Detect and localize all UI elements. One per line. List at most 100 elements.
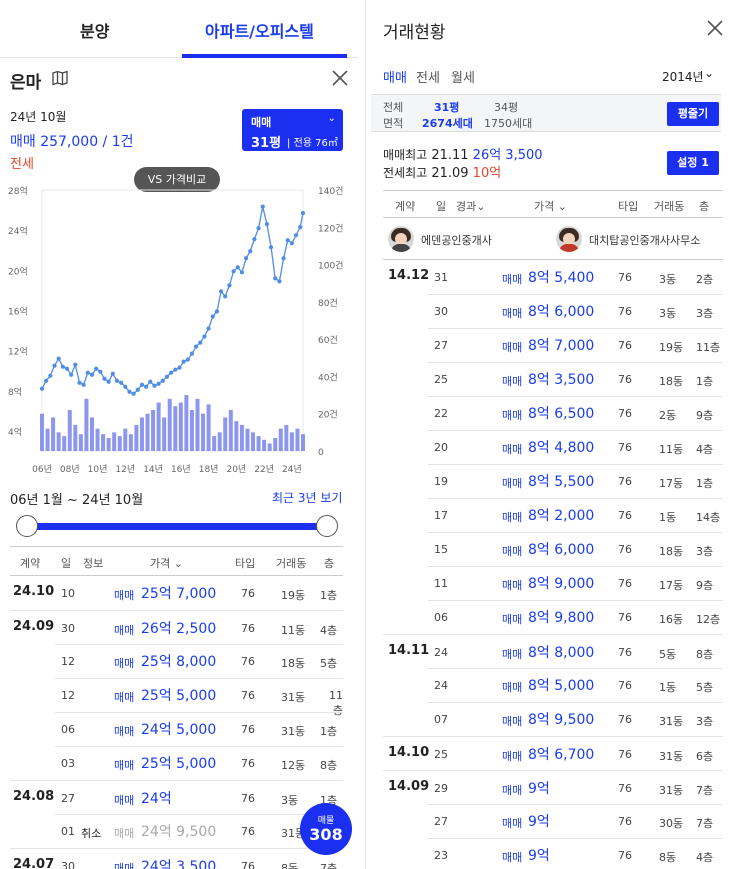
table-row[interactable]: 25 매매 8억 3,500 76 18동 1층 [383,362,723,396]
trade-kind: 매매 [502,443,523,456]
floor: 4층 [696,443,714,456]
table-row[interactable]: 07 매매 8억 9,500 76 31동 3층 [383,702,723,736]
range-slider-track[interactable] [26,523,328,530]
unit-type: 76 [618,782,632,795]
col-contract[interactable]: 계약 [395,198,415,214]
table-row[interactable]: 19 매매 8억 5,500 76 17동 1층 [383,464,723,498]
table-row[interactable]: 24.09 30 매매 26억 2,500 76 11동 4층 [10,610,343,644]
contract-day: 03 [61,757,75,770]
volume-bar [40,413,44,451]
agent-name[interactable]: 대치탑공인중개사사무소 [589,232,700,248]
agent-name[interactable]: 에덴공인중개사 [421,232,492,248]
tab-apartment[interactable]: 아파트/오피스텔 [205,18,314,42]
close-icon[interactable] [330,68,350,88]
table-row[interactable]: 14.09 29 매매 9억 76 31동 7층 [383,770,723,804]
settings-button[interactable]: 설정 1 [667,151,719,175]
volume-bar [201,413,206,451]
table-row[interactable]: 24.07 30 매매 24억 3,500 76 8동 7층 [10,848,343,869]
table-row[interactable]: 24 매매 8억 5,000 76 1동 5층 [383,668,723,702]
range-slider-end-handle[interactable] [316,515,338,537]
table-row[interactable]: 11 매매 8억 9,000 76 17동 9층 [383,566,723,600]
col-type[interactable]: 타입 [618,198,638,214]
row-divider [428,362,723,363]
trade-price: 8억 4,800 [528,440,595,456]
table-row[interactable]: 24.08 27 매매 24억 76 3동 1층 [10,780,343,814]
price-point [256,226,261,231]
col-floor[interactable]: 층 [699,198,709,214]
table-row[interactable]: 24.10 10 매매 25억 7,000 76 19동 1층 [10,576,343,610]
table-row[interactable]: 27 매매 8억 7,000 76 19동 11층 [383,328,723,362]
table-row[interactable]: 14.10 25 매매 8억 6,700 76 31동 6층 [383,736,723,770]
price-point [144,384,149,389]
x-tick-label: 12년 [115,464,135,475]
col-day[interactable]: 일 [436,198,446,214]
price-point [252,237,257,242]
building-dong: 17동 [659,579,684,592]
price-point [210,314,215,319]
trade-kind: 매매 [502,341,523,354]
tab-presale[interactable]: 분양 [80,18,109,42]
unit-type: 76 [618,441,632,454]
col-dong[interactable]: 거래동 [654,198,684,214]
chevron-down-icon[interactable]: ⌄ [704,66,714,80]
col-price[interactable]: 가격 ⌄ [534,198,567,214]
area-selector[interactable]: 매매 ⌄ 31평 | 전용 76㎡ [242,109,343,151]
floor: 3층 [696,307,714,320]
range-slider-start-handle[interactable] [16,515,38,537]
close-icon[interactable] [705,18,725,38]
table-row[interactable]: 06 매매 8억 9,800 76 16동 12층 [383,600,723,634]
price-point [81,382,86,387]
table-row[interactable]: 17 매매 8억 2,000 76 1동 14층 [383,498,723,532]
price-tick-label: 12억 [8,346,28,358]
col-day[interactable]: 일 [61,555,71,571]
price-tick-label: 20억 [8,265,28,277]
trade-price: 8억 8,000 [528,645,595,661]
listings-button[interactable]: 매물 308 [300,803,352,855]
contract-month: 14.11 [388,643,430,658]
table-row[interactable]: 01 취소 매매 24억 9,500 76 31동 [10,814,343,848]
table-row[interactable]: 12 매매 25억 5,000 76 31동 11층 [10,678,343,717]
contract-day: 31 [434,271,448,284]
col-elapsed[interactable]: 경과⌄ [456,198,485,214]
table-row[interactable]: 22 매매 8억 6,500 76 2동 9층 [383,396,723,430]
map-icon[interactable] [52,70,68,86]
recent-3-years-link[interactable]: 최근 3년 보기 [272,489,342,506]
contract-day: 24 [434,646,448,659]
col-price[interactable]: 가격 ⌄ [150,555,183,571]
building-dong: 31동 [281,725,306,738]
building-dong: 18동 [659,375,684,388]
table-row[interactable]: 03 매매 25억 5,000 76 12동 8층 [10,746,343,780]
table-row[interactable]: 12 매매 25억 8,000 76 18동 5층 [10,644,343,678]
price-axis-labels: 4억 8억 12억 16억 20억 24억 28억 [8,185,28,438]
table-row[interactable]: 30 매매 8억 6,000 76 3동 3층 [383,294,723,328]
price-point [164,374,170,379]
trade-kind: 매매 [502,715,523,728]
building-dong: 3동 [281,794,299,807]
table-row[interactable]: 06 매매 24억 5,000 76 31동 1층 [10,712,343,746]
table-row[interactable]: 27 매매 9억 76 30동 7층 [383,804,723,838]
table-row[interactable]: 14.11 24 매매 8억 8,000 76 5동 8층 [383,634,723,668]
tab-jeonse[interactable]: 전세 [416,67,440,86]
selected-pyeong[interactable]: 31평 [434,99,459,115]
tab-sale[interactable]: 매매 [383,67,407,86]
price-point [148,379,153,384]
table-row[interactable]: 20 매매 8억 4,800 76 11동 4층 [383,430,723,464]
floor: 1층 [696,477,714,490]
other-pyeong[interactable]: 34평 [494,99,518,115]
max-jeonse-label: 전세최고 [383,166,428,180]
col-contract[interactable]: 계약 [20,555,40,571]
col-info[interactable]: 정보 [83,555,103,571]
floor: 9층 [696,409,714,422]
table-row[interactable]: 14.12 31 매매 8억 5,400 76 3동 2층 [383,260,723,294]
col-floor[interactable]: 층 [324,555,334,571]
tab-monthly-rent[interactable]: 월세 [451,67,475,86]
pyeong-button[interactable]: 평줄기 [667,102,719,126]
price-point [56,356,61,361]
year-selector[interactable]: 2014년 [662,68,704,85]
table-row[interactable]: 15 매매 8억 6,000 76 18동 3층 [383,532,723,566]
col-dong[interactable]: 거래동 [276,555,306,571]
contract-day: 06 [434,611,448,624]
unit-type: 76 [241,723,255,736]
col-type[interactable]: 타입 [235,555,255,571]
table-row[interactable]: 23 매매 9억 76 8동 4층 [383,838,723,869]
